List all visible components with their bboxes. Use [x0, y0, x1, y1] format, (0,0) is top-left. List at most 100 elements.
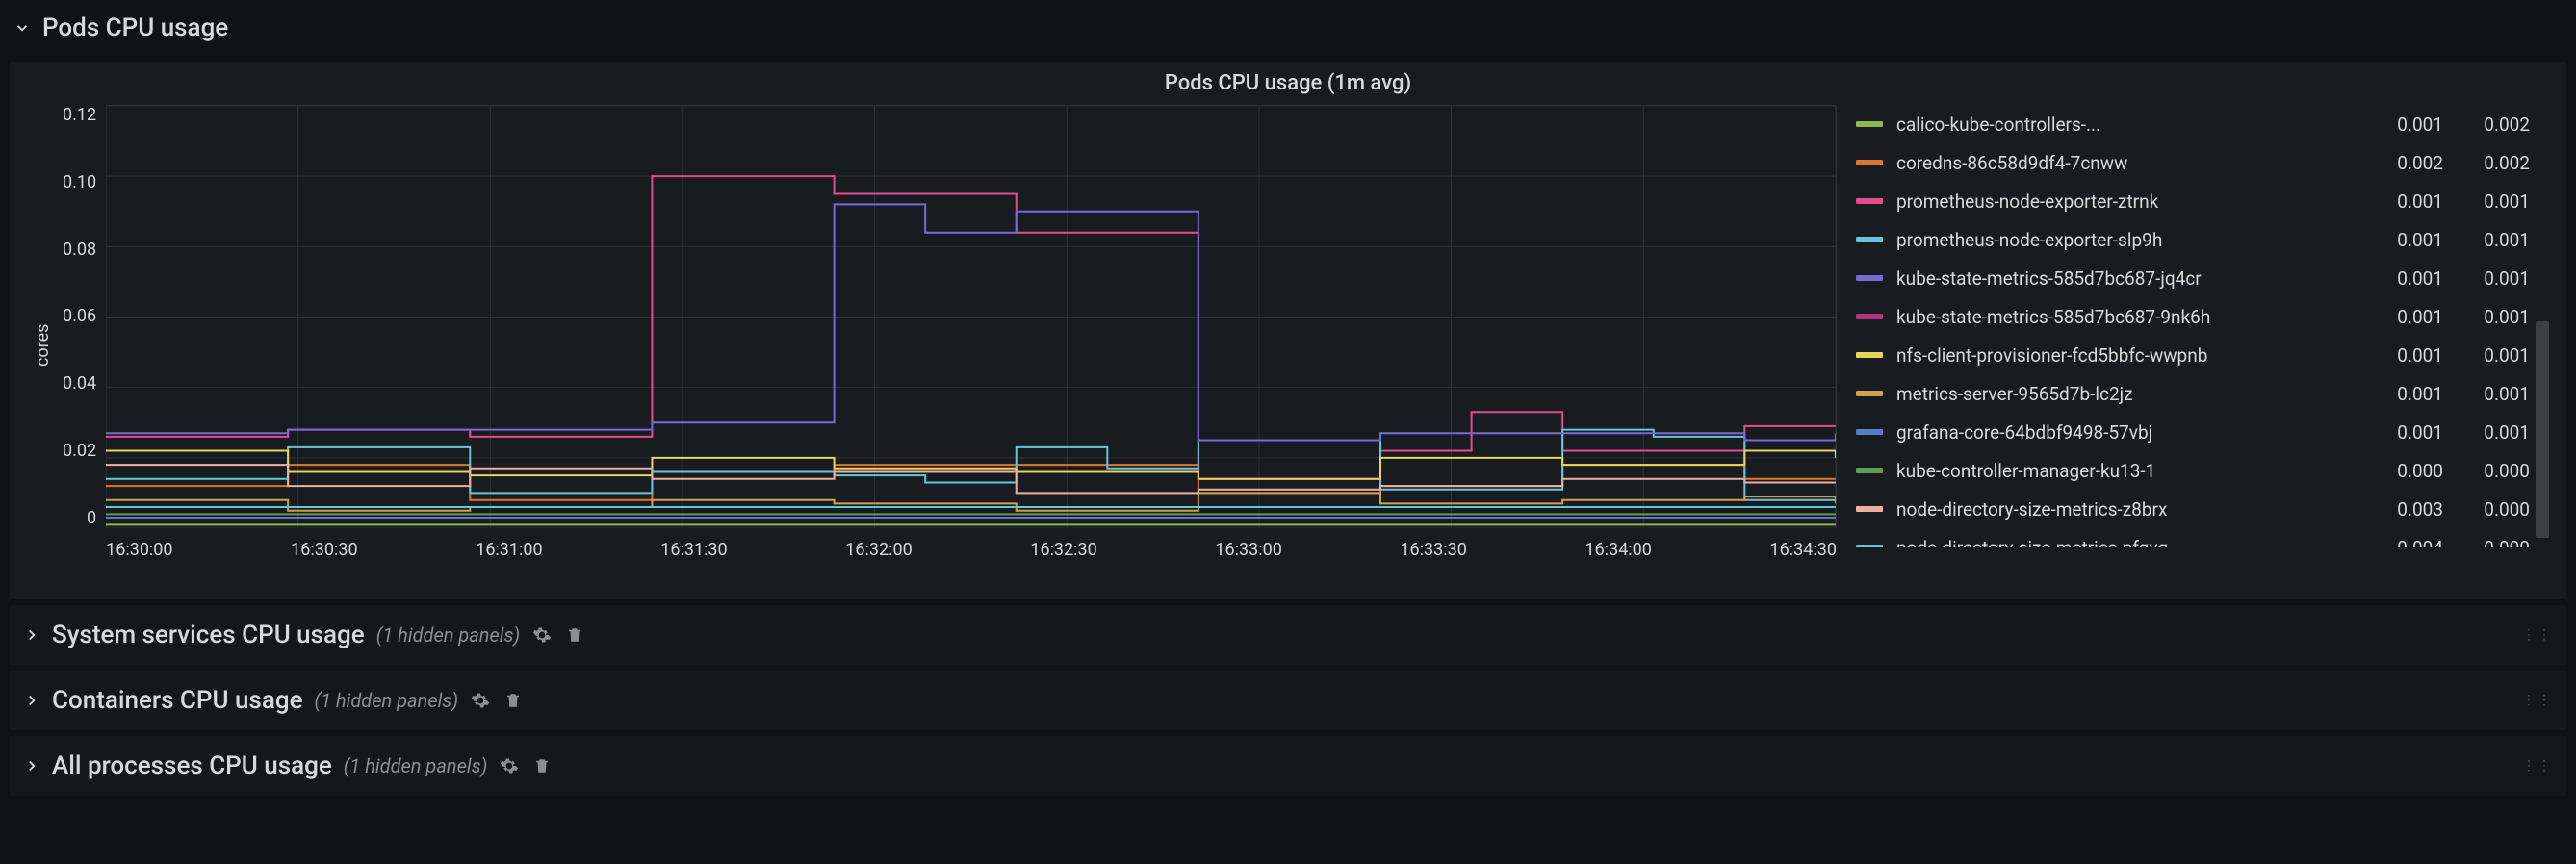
legend-value-1: 0.001	[2357, 229, 2443, 251]
chevron-right-icon	[23, 757, 40, 775]
legend-row[interactable]: prometheus-node-exporter-slp9h0.0010.001	[1856, 220, 2530, 259]
legend-row[interactable]: node-directory-size-metrics-nfqvq0.0040.…	[1856, 528, 2530, 547]
legend[interactable]: calico-kube-controllers-...0.0010.002cor…	[1856, 105, 2549, 547]
hidden-panels-hint: (1 hidden panels)	[376, 623, 521, 647]
drag-handle-icon[interactable]: ⋮⋮	[2522, 758, 2553, 774]
row-title: System services CPU usage	[52, 621, 365, 649]
legend-swatch	[1856, 506, 1883, 512]
legend-swatch	[1856, 160, 1883, 165]
chevron-right-icon	[23, 692, 40, 709]
x-tick: 16:33:30	[1400, 540, 1466, 560]
legend-name: nfs-client-provisioner-fcd5bbfc-wwpnb	[1896, 344, 2357, 367]
legend-value-2: 0.001	[2443, 229, 2530, 251]
legend-name: kube-state-metrics-585d7bc687-jq4cr	[1896, 267, 2357, 290]
y-tick: 0.08	[63, 240, 96, 260]
drag-handle-icon[interactable]: ⋮⋮	[2522, 693, 2553, 708]
legend-row[interactable]: node-directory-size-metrics-z8brx0.0030.…	[1856, 490, 2530, 528]
chevron-right-icon	[23, 626, 40, 644]
plot-svg	[106, 105, 1837, 528]
hidden-panels-hint: (1 hidden panels)	[315, 689, 459, 712]
legend-name: grafana-core-64bdbf9498-57vbj	[1896, 421, 2357, 444]
legend-swatch	[1856, 314, 1883, 319]
y-tick: 0	[63, 508, 96, 528]
x-tick: 16:34:00	[1584, 540, 1651, 560]
legend-name: calico-kube-controllers-...	[1896, 114, 2357, 136]
legend-row[interactable]: kube-state-metrics-585d7bc687-9nk6h0.001…	[1856, 297, 2530, 336]
legend-row[interactable]: grafana-core-64bdbf9498-57vbj0.0010.001	[1856, 413, 2530, 451]
x-tick: 16:32:30	[1030, 540, 1096, 560]
y-tick: 0.02	[63, 441, 96, 461]
legend-swatch	[1856, 121, 1883, 127]
row-title: Containers CPU usage	[52, 686, 303, 715]
legend-name: node-directory-size-metrics-z8brx	[1896, 498, 2357, 521]
x-ticks: 16:30:0016:30:3016:31:0016:31:3016:32:00…	[106, 532, 1837, 560]
x-tick: 16:32:00	[845, 540, 912, 560]
y-tick: 0.06	[63, 306, 96, 326]
legend-swatch	[1856, 198, 1883, 204]
legend-value-2: 0.001	[2443, 383, 2530, 405]
gear-icon[interactable]	[499, 755, 520, 776]
legend-row[interactable]: kube-state-metrics-585d7bc687-jq4cr0.001…	[1856, 259, 2530, 297]
legend-value-2: 0.001	[2443, 344, 2530, 367]
legend-row[interactable]: calico-kube-controllers-...0.0010.002	[1856, 105, 2530, 143]
legend-value-2: 0.002	[2443, 152, 2530, 174]
legend-swatch	[1856, 429, 1883, 435]
legend-value-2: 0.001	[2443, 191, 2530, 213]
x-tick: 16:31:30	[660, 540, 727, 560]
legend-row[interactable]: kube-controller-manager-ku13-10.0000.000	[1856, 451, 2530, 490]
legend-swatch	[1856, 275, 1883, 281]
drag-handle-icon[interactable]: ⋮⋮	[2522, 627, 2553, 643]
legend-name: node-directory-size-metrics-nfqvq	[1896, 537, 2357, 548]
gear-icon[interactable]	[470, 690, 491, 711]
legend-name: kube-state-metrics-585d7bc687-9nk6h	[1896, 306, 2357, 328]
chevron-down-icon	[13, 19, 31, 37]
x-tick: 16:30:30	[291, 540, 357, 560]
gear-icon[interactable]	[531, 624, 553, 646]
legend-value-2: 0.001	[2443, 267, 2530, 290]
trash-icon[interactable]	[564, 624, 585, 646]
legend-value-1: 0.001	[2357, 344, 2443, 367]
legend-swatch	[1856, 468, 1883, 473]
legend-name: metrics-server-9565d7b-lc2jz	[1896, 383, 2357, 405]
legend-value-1: 0.001	[2357, 421, 2443, 444]
legend-row[interactable]: nfs-client-provisioner-fcd5bbfc-wwpnb0.0…	[1856, 336, 2530, 374]
legend-value-1: 0.001	[2357, 114, 2443, 136]
y-tick: 0.04	[63, 373, 96, 394]
row-header-collapsed[interactable]: Containers CPU usage (1 hidden panels) ⋮…	[10, 671, 2566, 730]
legend-value-2: 0.001	[2443, 421, 2530, 444]
legend-swatch	[1856, 545, 1883, 547]
legend-value-1: 0.001	[2357, 306, 2443, 328]
legend-name: kube-controller-manager-ku13-1	[1896, 460, 2357, 482]
trash-icon[interactable]	[531, 755, 553, 776]
x-tick: 16:34:30	[1770, 540, 1837, 560]
y-tick: 0.12	[63, 105, 96, 125]
legend-value-2: 0.000	[2443, 537, 2530, 548]
legend-row[interactable]: coredns-86c58d9df4-7cnww0.0020.002	[1856, 143, 2530, 182]
legend-name: coredns-86c58d9df4-7cnww	[1896, 152, 2357, 174]
legend-value-1: 0.004	[2357, 537, 2443, 548]
legend-value-1: 0.001	[2357, 267, 2443, 290]
legend-value-2: 0.002	[2443, 114, 2530, 136]
row-title: Pods CPU usage	[42, 13, 228, 42]
y-axis-label: cores	[27, 105, 53, 586]
legend-value-1: 0.000	[2357, 460, 2443, 482]
chart-panel: Pods CPU usage (1m avg) cores 0.120.100.…	[10, 62, 2566, 599]
legend-value-2: 0.000	[2443, 498, 2530, 521]
y-tick: 0.10	[63, 172, 96, 192]
legend-value-1: 0.001	[2357, 191, 2443, 213]
legend-swatch	[1856, 391, 1883, 396]
plot-area[interactable]: cores 0.120.100.080.060.040.020 16:30:00…	[27, 105, 1837, 586]
legend-swatch	[1856, 237, 1883, 242]
trash-icon[interactable]	[502, 690, 524, 711]
y-ticks: 0.12 0.10 0.08 0.06 0.04 0.02 0	[53, 105, 106, 528]
legend-value-2: 0.000	[2443, 460, 2530, 482]
row-title: All processes CPU usage	[52, 751, 332, 780]
legend-value-1: 0.002	[2357, 152, 2443, 174]
legend-row[interactable]: prometheus-node-exporter-ztrnk0.0010.001	[1856, 182, 2530, 220]
row-header-pods-cpu[interactable]: Pods CPU usage	[10, 6, 2566, 56]
scrollbar-thumb[interactable]	[2536, 321, 2549, 538]
row-header-collapsed[interactable]: System services CPU usage (1 hidden pane…	[10, 605, 2566, 665]
chart-title: Pods CPU usage (1m avg)	[27, 71, 2549, 95]
legend-row[interactable]: metrics-server-9565d7b-lc2jz0.0010.001	[1856, 374, 2530, 413]
row-header-collapsed[interactable]: All processes CPU usage (1 hidden panels…	[10, 736, 2566, 796]
